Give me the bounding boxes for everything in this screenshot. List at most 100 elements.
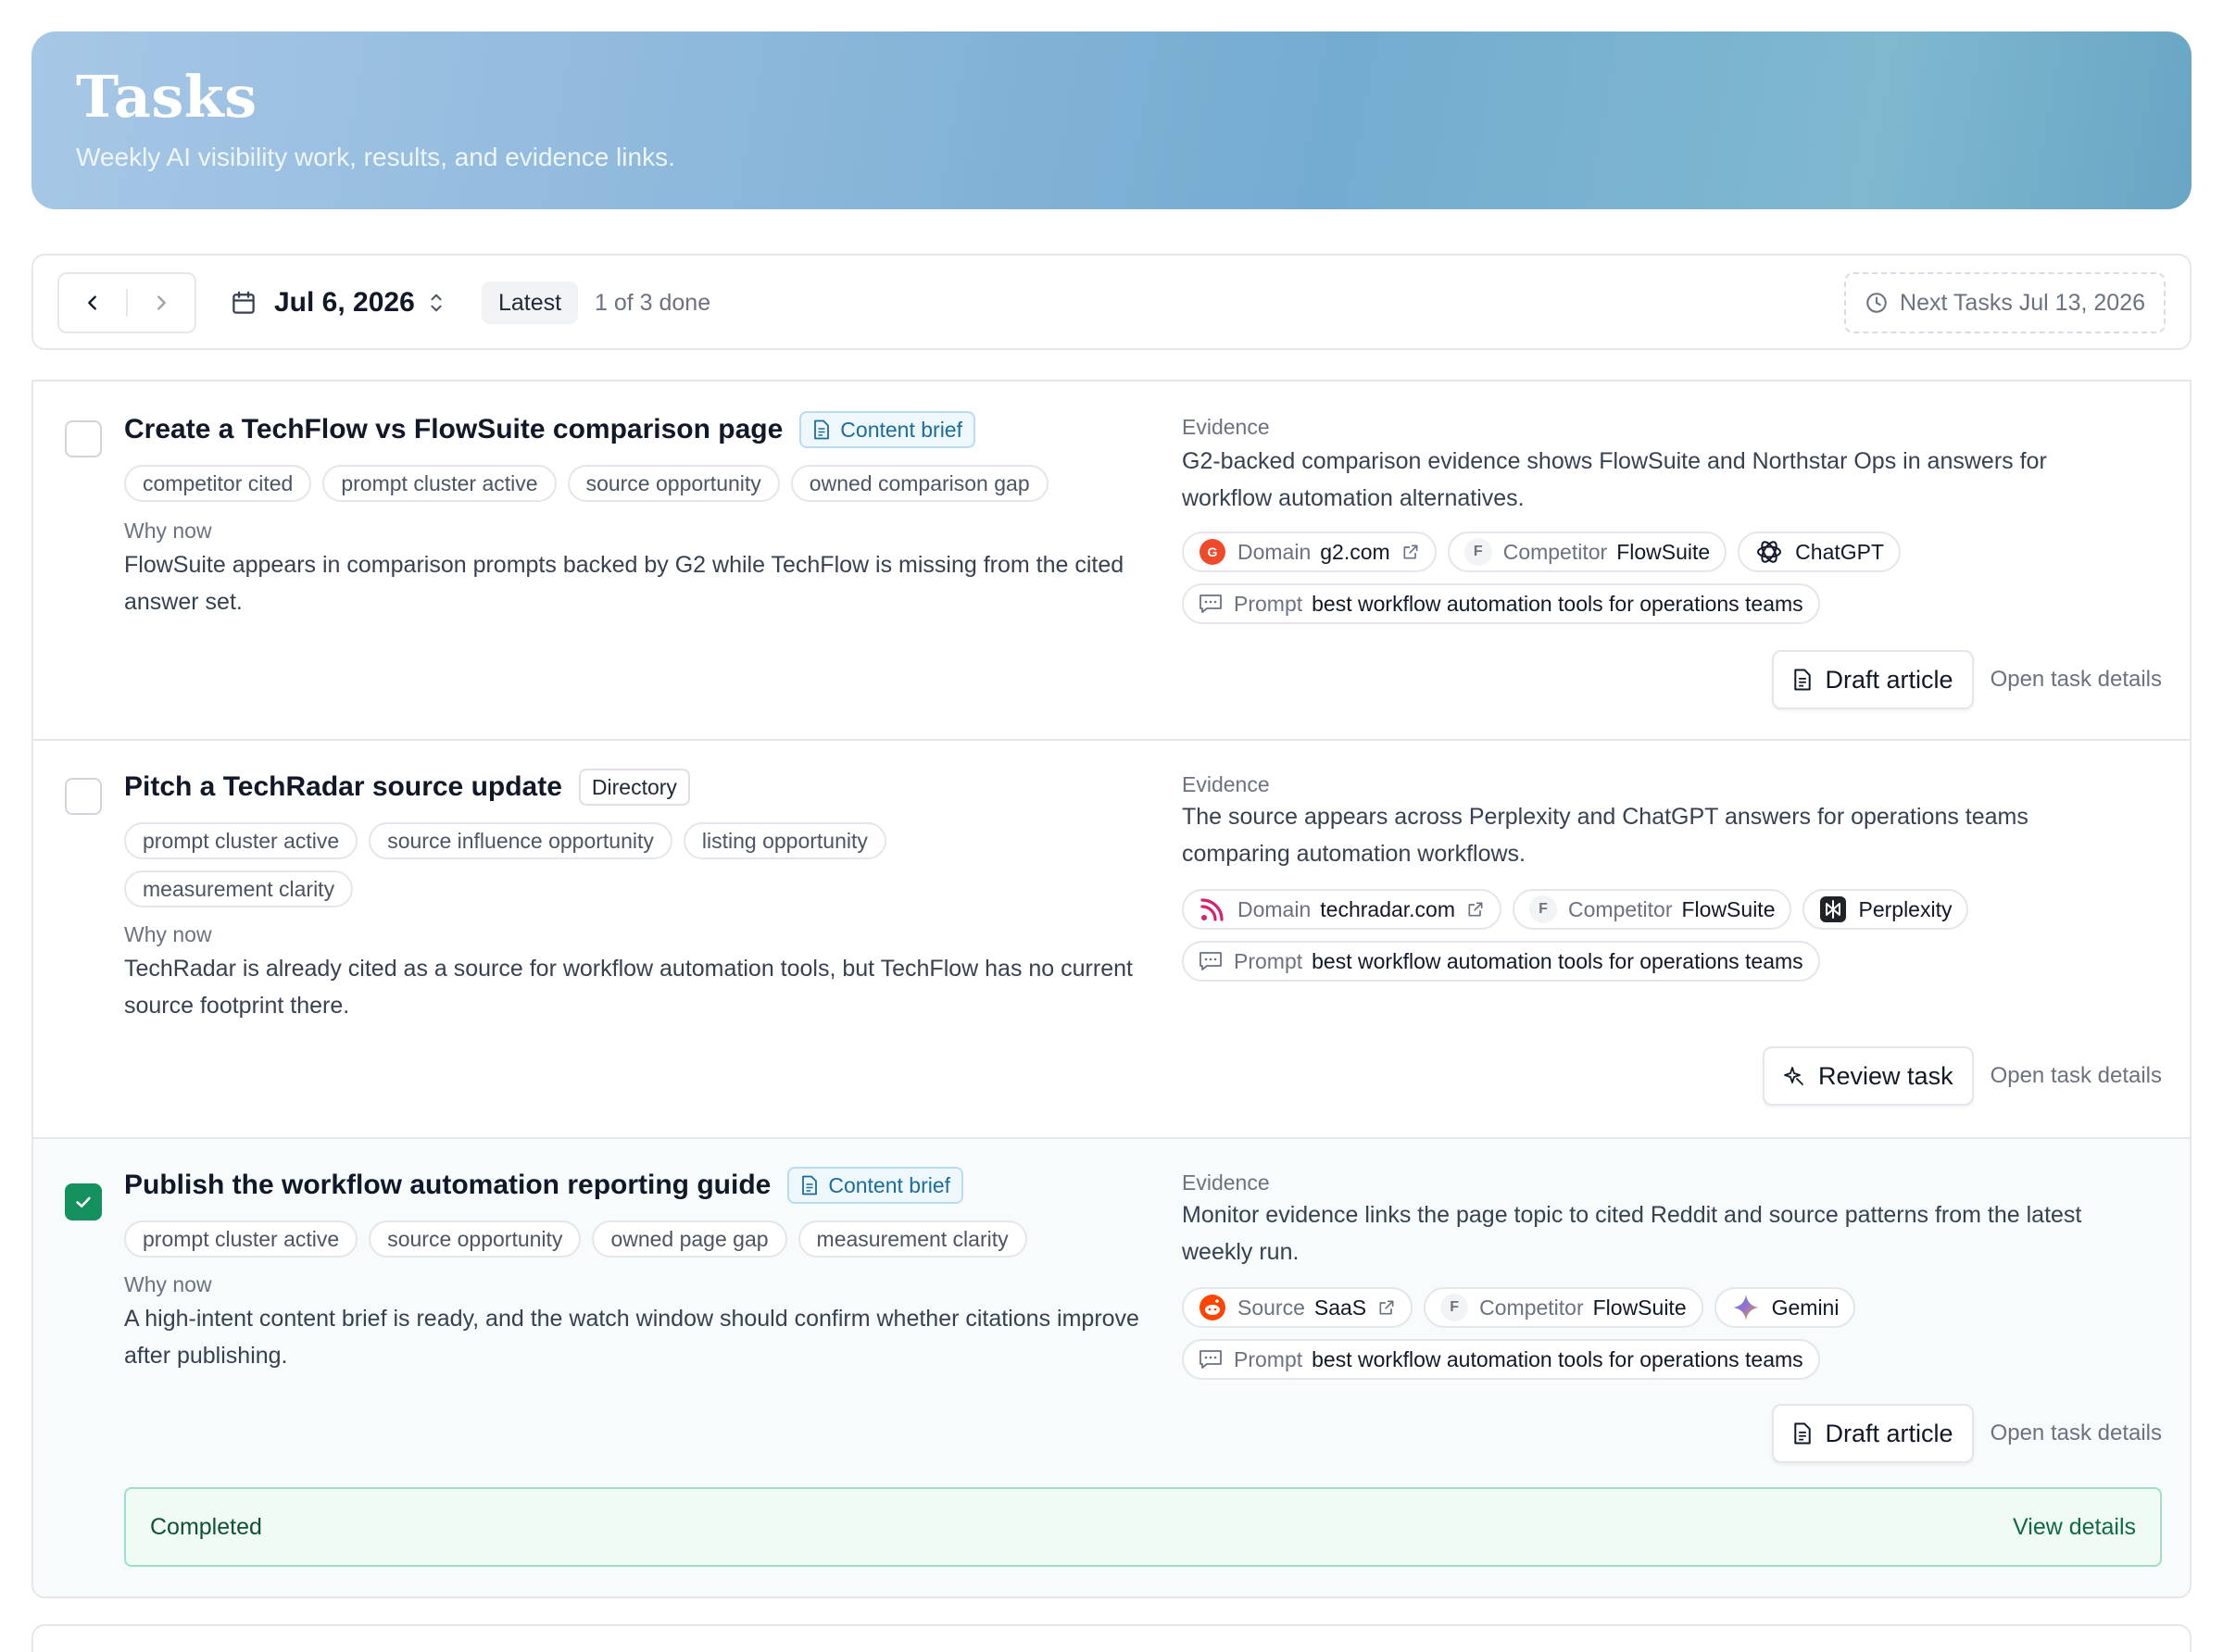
task-checkbox[interactable] — [65, 778, 102, 815]
week-nav-group — [57, 272, 196, 333]
task-type-label: Content brief — [828, 1172, 951, 1197]
message-icon — [1199, 952, 1222, 970]
engine-chip[interactable]: ChatGPT — [1738, 532, 1902, 572]
competitor-chip[interactable]: F Competitor FlowSuite — [1424, 1287, 1703, 1328]
draft-article-label: Draft article — [1825, 665, 1953, 694]
why-now-text: TechRadar is already cited as a source f… — [124, 956, 1133, 1019]
task-title: Create a TechFlow vs FlowSuite compariso… — [124, 414, 784, 444]
task-tag: owned comparison gap — [790, 465, 1049, 502]
page-subtitle: Weekly AI visibility work, results, and … — [76, 143, 675, 171]
external-link-icon — [1379, 1300, 1394, 1315]
source-chip[interactable]: Source SaaS — [1182, 1287, 1413, 1328]
competitor-chip[interactable]: F Competitor FlowSuite — [1513, 889, 1792, 930]
task-type-badge: Content brief — [787, 1167, 964, 1204]
task-list: Create a TechFlow vs FlowSuite compariso… — [31, 380, 2192, 1598]
task-title: Publish the workflow automation reportin… — [124, 1170, 772, 1200]
chip-label: Prompt — [1234, 591, 1303, 616]
engine-name: Gemini — [1771, 1295, 1840, 1320]
prompt-chip[interactable]: Prompt best workflow automation tools fo… — [1182, 1339, 1820, 1380]
why-now-text: FlowSuite appears in comparison prompts … — [124, 552, 1124, 615]
chip-label: Domain — [1237, 896, 1312, 921]
document-icon — [1793, 1422, 1811, 1445]
review-task-button[interactable]: Review task — [1763, 1046, 1974, 1106]
next-week-button[interactable] — [128, 274, 195, 332]
view-details-link[interactable]: View details — [2013, 1514, 2136, 1541]
task-title-row: Publish the workflow automation reportin… — [124, 1167, 964, 1204]
document-icon — [802, 1175, 818, 1195]
completed-label: Completed — [150, 1513, 262, 1540]
perplexity-logo-icon — [1820, 896, 1847, 922]
message-icon — [1199, 1350, 1222, 1369]
chip-value: FlowSuite — [1681, 896, 1776, 921]
evidence-label: Evidence — [1182, 415, 1270, 439]
open-task-details-link[interactable]: Open task details — [1991, 1420, 2162, 1446]
task-tags: competitor cited prompt cluster active s… — [124, 465, 1180, 502]
open-task-details-link[interactable]: Open task details — [1991, 667, 2162, 693]
clock-icon — [1866, 293, 1887, 313]
task-tag: source opportunity — [567, 465, 780, 502]
evidence-chips: Source SaaS F Competitor FlowSuite Gemin… — [1182, 1287, 2164, 1380]
evidence-text: The source appears across Perplexity and… — [1182, 804, 2028, 867]
task-checkbox[interactable] — [65, 420, 102, 457]
engine-chip[interactable]: Perplexity — [1802, 889, 1969, 930]
previous-week-button[interactable] — [59, 274, 126, 332]
task-card: Create a TechFlow vs FlowSuite compariso… — [33, 382, 2190, 741]
prompt-chip[interactable]: Prompt best workflow automation tools fo… — [1182, 583, 1820, 624]
chip-value: best workflow automation tools for opera… — [1312, 1346, 1803, 1371]
engine-name: ChatGPT — [1795, 539, 1885, 564]
task-title-row: Create a TechFlow vs FlowSuite compariso… — [124, 411, 975, 448]
evidence-label: Evidence — [1182, 1170, 1270, 1195]
chip-value: FlowSuite — [1592, 1295, 1687, 1320]
task-tag: prompt cluster active — [124, 822, 358, 859]
why-now-text: A high-intent content brief is ready, an… — [124, 1306, 1139, 1369]
svg-text:G: G — [1208, 544, 1218, 559]
domain-chip[interactable]: Domain techradar.com — [1182, 889, 1502, 930]
chip-label: Source — [1237, 1295, 1305, 1320]
week-date: Jul 6, 2026 — [274, 287, 415, 318]
week-toolbar: Jul 6, 2026 Latest 1 of 3 done Next Task… — [31, 254, 2192, 350]
chevron-up-down-icon — [431, 294, 442, 312]
task-tag: measurement clarity — [124, 870, 354, 907]
task-card-completed: Publish the workflow automation reportin… — [33, 1139, 2190, 1596]
why-now-label: Why now — [124, 922, 212, 946]
competitor-initial-icon: F — [1440, 1294, 1469, 1321]
reddit-logo-icon — [1199, 1295, 1225, 1320]
week-date-picker[interactable]: Jul 6, 2026 — [230, 282, 446, 324]
chevron-right-icon — [157, 295, 166, 310]
why-now-label: Why now — [124, 1272, 212, 1296]
competitor-chip[interactable]: F Competitor FlowSuite — [1447, 532, 1727, 572]
task-checkbox-checked[interactable] — [65, 1183, 102, 1220]
chip-label: Prompt — [1234, 1346, 1303, 1371]
draft-article-button[interactable]: Draft article — [1771, 1404, 1974, 1463]
open-task-details-link[interactable]: Open task details — [1991, 1063, 2162, 1089]
task-tag: competitor cited — [124, 465, 312, 502]
page-title: Tasks — [76, 63, 257, 131]
external-link-icon — [1468, 902, 1483, 917]
engine-name: Perplexity — [1858, 896, 1953, 921]
evidence-text: G2-backed comparison evidence shows Flow… — [1182, 448, 2047, 511]
engine-chip[interactable]: Gemini — [1714, 1287, 1856, 1328]
evidence-chips: Domain techradar.com F Competitor FlowSu… — [1182, 889, 2164, 982]
task-title-row: Pitch a TechRadar source update Director… — [124, 769, 690, 806]
task-card: Pitch a TechRadar source update Director… — [33, 741, 2190, 1139]
sparkle-review-icon — [1784, 1067, 1803, 1085]
chatgpt-logo-icon — [1757, 541, 1782, 563]
checkmark-icon — [76, 1196, 91, 1208]
techradar-logo-icon — [1200, 898, 1224, 921]
gemini-logo-icon — [1732, 1295, 1759, 1320]
chip-value: SaaS — [1313, 1295, 1367, 1320]
task-tag: prompt cluster active — [124, 1220, 358, 1258]
why-now-label: Why now — [124, 519, 212, 543]
task-tag: owned page gap — [592, 1220, 787, 1258]
external-link-icon — [1403, 544, 1418, 559]
evidence-chips: G Domain g2.com F Competitor FlowSuite C… — [1182, 532, 2164, 624]
evidence-label: Evidence — [1182, 772, 1270, 796]
prompt-chip[interactable]: Prompt best workflow automation tools fo… — [1182, 941, 1820, 982]
evidence-text: Monitor evidence links the page topic to… — [1182, 1202, 2082, 1265]
chip-value: FlowSuite — [1616, 539, 1711, 564]
domain-chip[interactable]: G Domain g2.com — [1182, 532, 1437, 572]
competitor-initial-icon: F — [1529, 895, 1558, 923]
task-tags: prompt cluster active source opportunity… — [124, 1220, 1180, 1258]
draft-article-button[interactable]: Draft article — [1771, 650, 1974, 709]
task-tag: source influence opportunity — [369, 822, 672, 859]
